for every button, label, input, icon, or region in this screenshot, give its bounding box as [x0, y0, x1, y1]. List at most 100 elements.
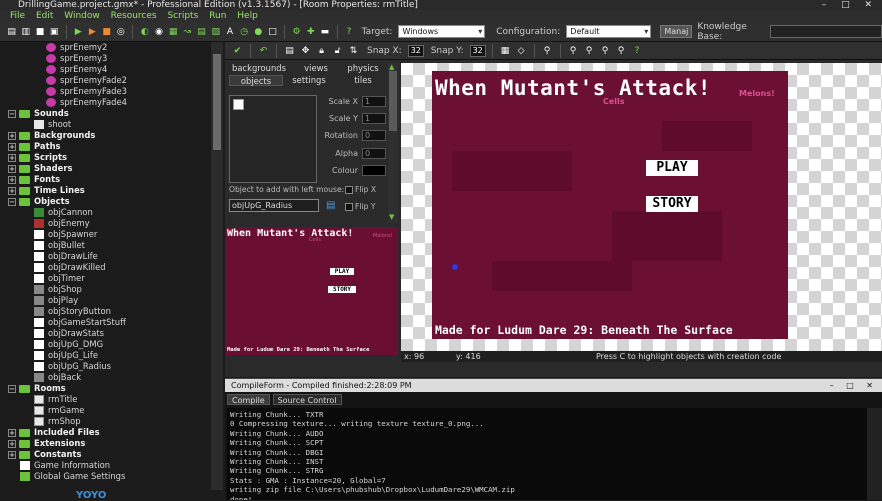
tree-item[interactable]: objEnemy — [0, 218, 224, 229]
tab-physics[interactable]: physics — [343, 63, 383, 74]
tree-item[interactable]: sprEnemy4 — [0, 64, 224, 75]
tree-item[interactable]: objUpG_DMG — [0, 339, 224, 350]
show-objects-icon[interactable]: ⚲ — [599, 44, 612, 57]
menu-help[interactable]: Help — [237, 11, 258, 21]
tree-item[interactable]: − Rooms — [0, 383, 224, 394]
tree-item[interactable]: sprEnemy3 — [0, 53, 224, 64]
collapse-icon[interactable]: − — [8, 109, 16, 118]
compile-window-controls[interactable]: – □ ✕ — [830, 379, 878, 392]
tree-item[interactable]: shoot — [0, 119, 224, 130]
tree-item[interactable]: objTimer — [0, 273, 224, 284]
target-select[interactable]: Windows — [398, 25, 486, 38]
configuration-select[interactable]: Default — [566, 25, 652, 38]
expand-icon[interactable]: + — [8, 131, 16, 140]
properties-scrollbar-thumb[interactable] — [389, 71, 397, 131]
menu-file[interactable]: File — [10, 11, 25, 21]
tree-item[interactable]: − Objects — [0, 196, 224, 207]
expand-icon[interactable]: + — [8, 153, 16, 162]
tree-item[interactable]: Game Information — [0, 460, 224, 471]
tree-item[interactable]: + Scripts — [0, 152, 224, 163]
marketplace-icon[interactable]: ▬ — [319, 25, 330, 38]
tree-item[interactable]: objPlay — [0, 295, 224, 306]
expand-icon[interactable]: + — [8, 142, 16, 151]
collapse-icon[interactable]: − — [8, 384, 16, 393]
sort-icon[interactable]: ⇅ — [347, 44, 360, 57]
tree-item[interactable]: + Extensions — [0, 438, 224, 449]
compile-close-button[interactable]: ✕ — [866, 381, 878, 390]
tree-item[interactable]: objShop — [0, 284, 224, 295]
timeline-icon[interactable]: ◷ — [239, 25, 250, 38]
tree-item[interactable]: objSpawner — [0, 229, 224, 240]
lock-icon[interactable]: 🔒︎ — [315, 44, 328, 57]
help-icon[interactable]: ? — [343, 25, 354, 38]
minimize-button[interactable]: – — [822, 0, 833, 10]
window-controls[interactable]: – □ ✕ — [822, 0, 878, 10]
clear-icon[interactable]: ▤ — [283, 44, 296, 57]
sprite-icon[interactable]: ◐ — [139, 25, 150, 38]
room-help-icon[interactable]: ? — [631, 44, 644, 57]
stop-icon[interactable]: ■ — [101, 25, 112, 38]
close-button[interactable]: ✕ — [864, 0, 878, 10]
tree-item[interactable]: objGameStartStuff — [0, 317, 224, 328]
debug-icon[interactable]: ▶ — [87, 25, 98, 38]
manage-button[interactable]: Manaj — [660, 25, 693, 38]
tree-item[interactable]: sprEnemyFade2 — [0, 75, 224, 86]
menu-resources[interactable]: Resources — [111, 11, 157, 21]
colour-swatch[interactable] — [362, 165, 386, 176]
expand-icon[interactable]: + — [8, 450, 16, 459]
menu-window[interactable]: Window — [64, 11, 100, 21]
tree-item[interactable]: + Paths — [0, 141, 224, 152]
tree-item[interactable]: objBullet — [0, 240, 224, 251]
tree-scrollbar-thumb[interactable] — [213, 54, 221, 150]
object-preview[interactable] — [229, 95, 317, 183]
isometric-icon[interactable]: ◇ — [515, 44, 528, 57]
tree-item[interactable]: sprEnemyFade4 — [0, 97, 224, 108]
tree-item[interactable]: objCannon — [0, 207, 224, 218]
room-minimap[interactable]: When Mutant's Attack! Cells Melons! PLAY… — [226, 227, 398, 355]
tab-source-control[interactable]: Source Control — [272, 394, 342, 405]
tree-item[interactable]: objDrawKilled — [0, 262, 224, 273]
font-icon[interactable]: A — [224, 25, 235, 38]
tree-item[interactable]: + Backgrounds — [0, 130, 224, 141]
script-icon[interactable]: ▤ — [196, 25, 207, 38]
show-tiles-icon[interactable]: ⚲ — [615, 44, 628, 57]
menu-run[interactable]: Run — [209, 11, 226, 21]
scroll-down-icon[interactable]: ▼ — [389, 213, 394, 221]
background-icon[interactable]: ▦ — [168, 25, 179, 38]
tree-item[interactable]: objBack — [0, 372, 224, 383]
snap-x-input[interactable]: 32 — [407, 44, 424, 57]
export-icon[interactable]: ▣ — [49, 25, 60, 38]
tab-views[interactable]: views — [292, 63, 340, 74]
zoom-in-icon[interactable]: ⚲ — [583, 44, 596, 57]
extensions-icon[interactable]: ✚ — [305, 25, 316, 38]
tree-item[interactable]: rmShop — [0, 416, 224, 427]
grid-icon[interactable]: ▦ — [499, 44, 512, 57]
rotation-input[interactable]: 0 — [362, 130, 386, 141]
tree-item[interactable]: − Sounds — [0, 108, 224, 119]
compile-scrollbar[interactable] — [867, 408, 882, 500]
tree-item[interactable]: sprEnemy2 — [0, 42, 224, 53]
tree-item[interactable]: objUpG_Radius — [0, 361, 224, 372]
save-icon[interactable]: ■ — [34, 25, 45, 38]
tree-scrollbar[interactable] — [211, 42, 223, 490]
tree-item[interactable]: + Included Files — [0, 427, 224, 438]
flip-x-checkbox[interactable] — [345, 185, 353, 194]
tree-item[interactable]: + Fonts — [0, 174, 224, 185]
zoom-out-icon[interactable]: ⚲ — [567, 44, 580, 57]
compile-log[interactable]: Writing Chunk... TXTR 0 Compressing textu… — [227, 408, 867, 500]
alpha-input[interactable]: 0 — [362, 148, 386, 159]
object-icon[interactable]: ● — [253, 25, 264, 38]
story-button-instance[interactable]: STORY — [646, 196, 698, 212]
open-file-icon[interactable]: ▥ — [20, 25, 31, 38]
menu-edit[interactable]: Edit — [36, 11, 53, 21]
expand-icon[interactable]: + — [8, 186, 16, 195]
object-instance[interactable] — [452, 264, 458, 270]
tree-item[interactable]: objUpG_Life — [0, 350, 224, 361]
menu-scripts[interactable]: Scripts — [167, 11, 198, 21]
expand-icon[interactable]: + — [8, 428, 16, 437]
knowledge-base-search[interactable] — [769, 25, 882, 38]
compile-maximize-button[interactable]: □ — [846, 381, 859, 390]
scroll-up-icon[interactable]: ▲ — [389, 63, 394, 71]
tab-objects[interactable]: objects — [229, 75, 283, 86]
room-icon[interactable]: □ — [267, 25, 278, 38]
